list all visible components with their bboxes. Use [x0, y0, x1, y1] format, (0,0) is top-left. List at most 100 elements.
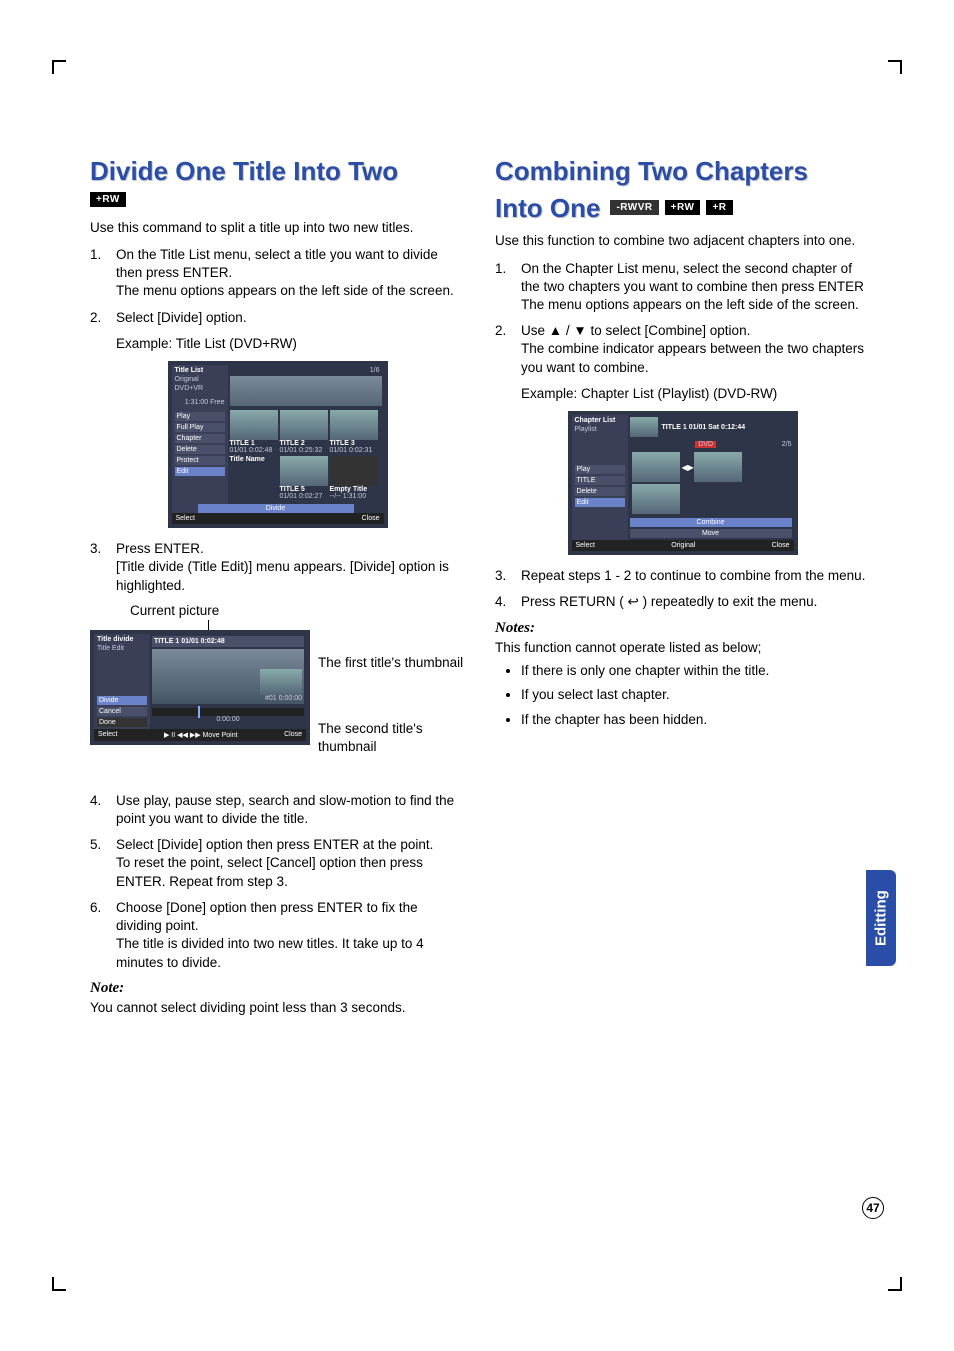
fig1-tile-6-thumb	[330, 456, 378, 486]
fig1-tile-3-thumb	[330, 410, 378, 440]
steps-right-b: Repeat steps 1 - 2 to continue to combin…	[495, 567, 870, 611]
step-r2-text: Use ▲ / ▼ to select [Combine] option.	[521, 323, 750, 338]
caption-first-thumb: The first title's thumbnail	[318, 654, 465, 672]
fig1-menu-delete: Delete	[175, 445, 225, 454]
fig1-bar-close: Close	[362, 515, 380, 522]
fig2-playhead	[198, 706, 200, 718]
fig2-info: TITLE 1 01/01 0:02:48	[152, 636, 304, 647]
step-l2-text: Select [Divide] option.	[116, 310, 247, 325]
figr-menu-delete: Delete	[575, 487, 625, 496]
fig1-tile-4-thumb	[280, 456, 328, 486]
figr-menu-title: TITLE	[575, 476, 625, 485]
fig1-tile-4-name: TITLE 5	[280, 486, 328, 493]
fig1-title: Title List	[175, 367, 225, 374]
notes-list: If there is only one chapter within the …	[495, 662, 870, 729]
step-l2: Select [Divide] option.	[90, 309, 465, 327]
step-l5-text: Select [Divide] option then press ENTER …	[116, 837, 433, 852]
crop-mark-bl	[52, 1277, 66, 1291]
fig2-menu-cancel: Cancel	[97, 707, 147, 716]
fig2-bar-select: Select	[98, 731, 117, 739]
fig1-format: DVD+VR	[175, 385, 225, 392]
badge-rwvr: -RWVR	[610, 200, 658, 215]
step-l4: Use play, pause step, search and slow-mo…	[90, 792, 465, 828]
step-l6: Choose [Done] option then press ENTER to…	[90, 899, 465, 972]
figure-title-divide: Title divide Title Edit Divide Cancel Do…	[90, 630, 310, 745]
step-r2-example: Example: Chapter List (Playlist) (DVD-RW…	[495, 385, 870, 403]
fig1-menu-edit: Edit	[175, 467, 225, 476]
fig1-mode: Original	[175, 376, 225, 383]
step-l1-text: On the Title List menu, select a title y…	[116, 247, 438, 280]
step-r2: Use ▲ / ▼ to select [Combine] option. Th…	[495, 322, 870, 377]
figr-pager: 2/5	[782, 441, 792, 448]
fig1-tile-2-name: TITLE 2	[280, 440, 328, 447]
fig1-tile-3-name: TITLE 3	[330, 440, 378, 447]
intro-right: Use this function to combine two adjacen…	[495, 232, 870, 250]
fig2-bar-mid: ▶ II ◀◀ ▶▶ Move Point	[164, 731, 238, 739]
crop-mark-tl	[52, 60, 66, 74]
figure-2-wrap: Title divide Title Edit Divide Cancel Do…	[90, 630, 465, 780]
heading-divide: Divide One Title Into Two	[90, 155, 465, 188]
step-l1: On the Title List menu, select a title y…	[90, 246, 465, 301]
step-l5: Select [Divide] option then press ENTER …	[90, 836, 465, 891]
badge-plus-rw-r: +RW	[665, 200, 701, 215]
step-r1: On the Chapter List menu, select the sec…	[495, 260, 870, 315]
figr-badge-dvd: DVD	[695, 441, 716, 448]
fig1-tile-4-len: 0:02:27	[299, 493, 322, 500]
figr-menu-play: Play	[575, 465, 625, 474]
step-r4: Press RETURN ( ↩ ) repeatedly to exit th…	[495, 593, 870, 611]
step-l6-text: Choose [Done] option then press ENTER to…	[116, 900, 418, 933]
page-content: Divide One Title Into Two +RW Use this c…	[90, 155, 870, 1026]
figr-info: TITLE 1 01/01 Sat 0:12:44	[662, 424, 792, 431]
steps-right: On the Chapter List menu, select the sec…	[495, 260, 870, 377]
step-l3-text: Press ENTER.	[116, 541, 204, 556]
notes-heading-right: Notes:	[495, 620, 870, 637]
steps-left-c: Use play, pause step, search and slow-mo…	[90, 792, 465, 972]
step-r2-sub: The combine indicator appears between th…	[521, 341, 864, 374]
step-r1-text: On the Chapter List menu, select the sec…	[521, 261, 864, 294]
figr-bar-close: Close	[772, 542, 790, 549]
fig1-tile-3-len: 0:02:31	[349, 447, 372, 454]
figr-bar-select: Select	[576, 542, 595, 549]
fig1-pager: 1/6	[370, 367, 380, 374]
figr-bar-mid: Original	[671, 542, 695, 549]
fig1-tile-1-name: TITLE 1	[230, 440, 278, 447]
crop-mark-br	[888, 1277, 902, 1291]
note-item-3: If the chapter has been hidden.	[521, 711, 870, 729]
fig1-menu-chapter: Chapter	[175, 434, 225, 443]
fig2-preview: #01 0:00:00	[152, 649, 304, 704]
caption-second-thumb: The second title's thumbnail	[318, 720, 465, 755]
note-heading-left: Note:	[90, 980, 465, 997]
fig1-tile-6-len: 1:31:00	[343, 493, 366, 500]
fig2-bar-close: Close	[284, 731, 302, 739]
badge-row-left: +RW	[90, 192, 465, 207]
figr-combine-indicator: ◀▶	[682, 463, 692, 472]
fig1-menu-protect: Protect	[175, 456, 225, 465]
fig2-mini-thumb	[260, 669, 302, 695]
step-l5-sub: To reset the point, select [Cancel] opti…	[116, 855, 423, 888]
step-l3-sub: [Title divide (Title Edit)] menu appears…	[116, 559, 449, 592]
fig1-divide-popup: Divide	[198, 504, 354, 513]
notes-intro-right: This function cannot operate listed as b…	[495, 639, 870, 657]
crop-mark-tr	[888, 60, 902, 74]
step-l1-sub: The menu options appears on the left sid…	[116, 283, 454, 298]
badge-plus-r: +R	[706, 200, 732, 215]
note-item-2: If you select last chapter.	[521, 686, 870, 704]
figr-subtitle: Playlist	[575, 426, 625, 433]
step-r3: Repeat steps 1 - 2 to continue to combin…	[495, 567, 870, 585]
fig2-timeline: 0:00:00	[152, 716, 304, 723]
step-l6-sub: The title is divided into two new titles…	[116, 936, 424, 969]
pointer-line	[208, 620, 465, 630]
right-column: Combining Two Chapters Into One -RWVR +R…	[495, 155, 870, 1026]
side-tab-editting: Editting	[866, 870, 896, 966]
step-l3: Press ENTER. [Title divide (Title Edit)]…	[90, 540, 465, 595]
fig2-subtitle: Title Edit	[97, 645, 147, 652]
fig1-tile-1-date: 01/01	[230, 447, 248, 454]
fig1-tile-6-name: Empty Title	[330, 486, 378, 493]
steps-left: On the Title List menu, select a title y…	[90, 246, 465, 327]
note-body-left: You cannot select dividing point less th…	[90, 999, 465, 1017]
figr-ch-thumb-3	[632, 484, 680, 514]
return-icon: ↩	[628, 593, 639, 611]
fig1-tile-6-date: --/--	[330, 493, 341, 500]
fig2-menu-divide: Divide	[97, 696, 147, 705]
fig1-tile-2-len: 0:25:32	[299, 447, 322, 454]
